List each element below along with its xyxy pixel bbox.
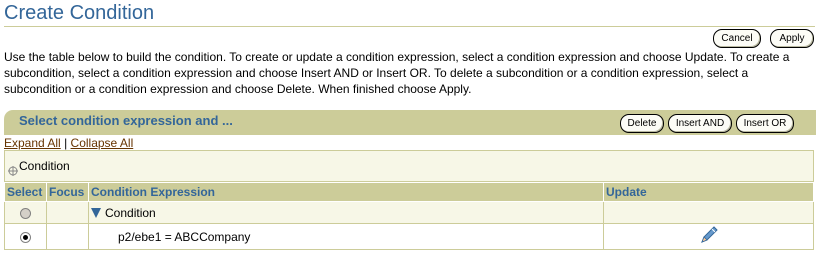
page-title: Create Condition	[4, 2, 155, 24]
focus-cell	[46, 223, 89, 250]
tree-root-label: Condition	[19, 159, 70, 173]
table-row: p2/ebe1 = ABCCompany	[4, 223, 814, 250]
header-select: Select	[4, 182, 47, 202]
header-focus: Focus	[46, 182, 89, 202]
table-row: Condition	[4, 201, 814, 224]
expand-collapse-links: Expand All | Collapse All	[4, 136, 133, 150]
header-update: Update	[603, 182, 814, 202]
header-condition-expression: Condition Expression	[88, 182, 604, 202]
select-radio-disabled	[20, 207, 31, 219]
expression-label: p2/ebe1 = ABCCompany	[118, 229, 251, 244]
insert-and-button[interactable]: Insert AND	[668, 114, 732, 133]
select-radio[interactable]	[20, 231, 31, 243]
expression-cell: p2/ebe1 = ABCCompany	[88, 223, 604, 250]
expression-cell: Condition	[88, 201, 604, 224]
insert-or-button[interactable]: Insert OR	[736, 114, 794, 133]
link-separator: |	[64, 136, 68, 150]
collapse-triangle-icon[interactable]	[91, 208, 101, 219]
update-cell	[603, 201, 814, 224]
crosshair-icon	[8, 166, 18, 176]
apply-button[interactable]: Apply	[770, 29, 814, 48]
title-divider	[4, 26, 815, 27]
expand-all-link[interactable]: Expand All	[4, 136, 61, 150]
delete-button[interactable]: Delete	[620, 114, 664, 133]
cancel-button[interactable]: Cancel	[713, 29, 761, 48]
collapse-all-link[interactable]: Collapse All	[71, 136, 134, 150]
section-title: Select condition expression and ...	[19, 113, 233, 128]
expression-label: Condition	[105, 205, 156, 220]
select-cell	[4, 201, 47, 224]
select-cell	[4, 223, 47, 250]
instructions-text: Use the table below to build the conditi…	[4, 50, 790, 96]
focus-cell	[46, 201, 89, 224]
condition-table: Select Focus Condition Expression Update…	[4, 182, 814, 250]
update-cell	[603, 223, 814, 250]
pencil-edit-icon[interactable]	[698, 224, 720, 246]
tree-breadcrumb: Condition	[4, 150, 814, 182]
